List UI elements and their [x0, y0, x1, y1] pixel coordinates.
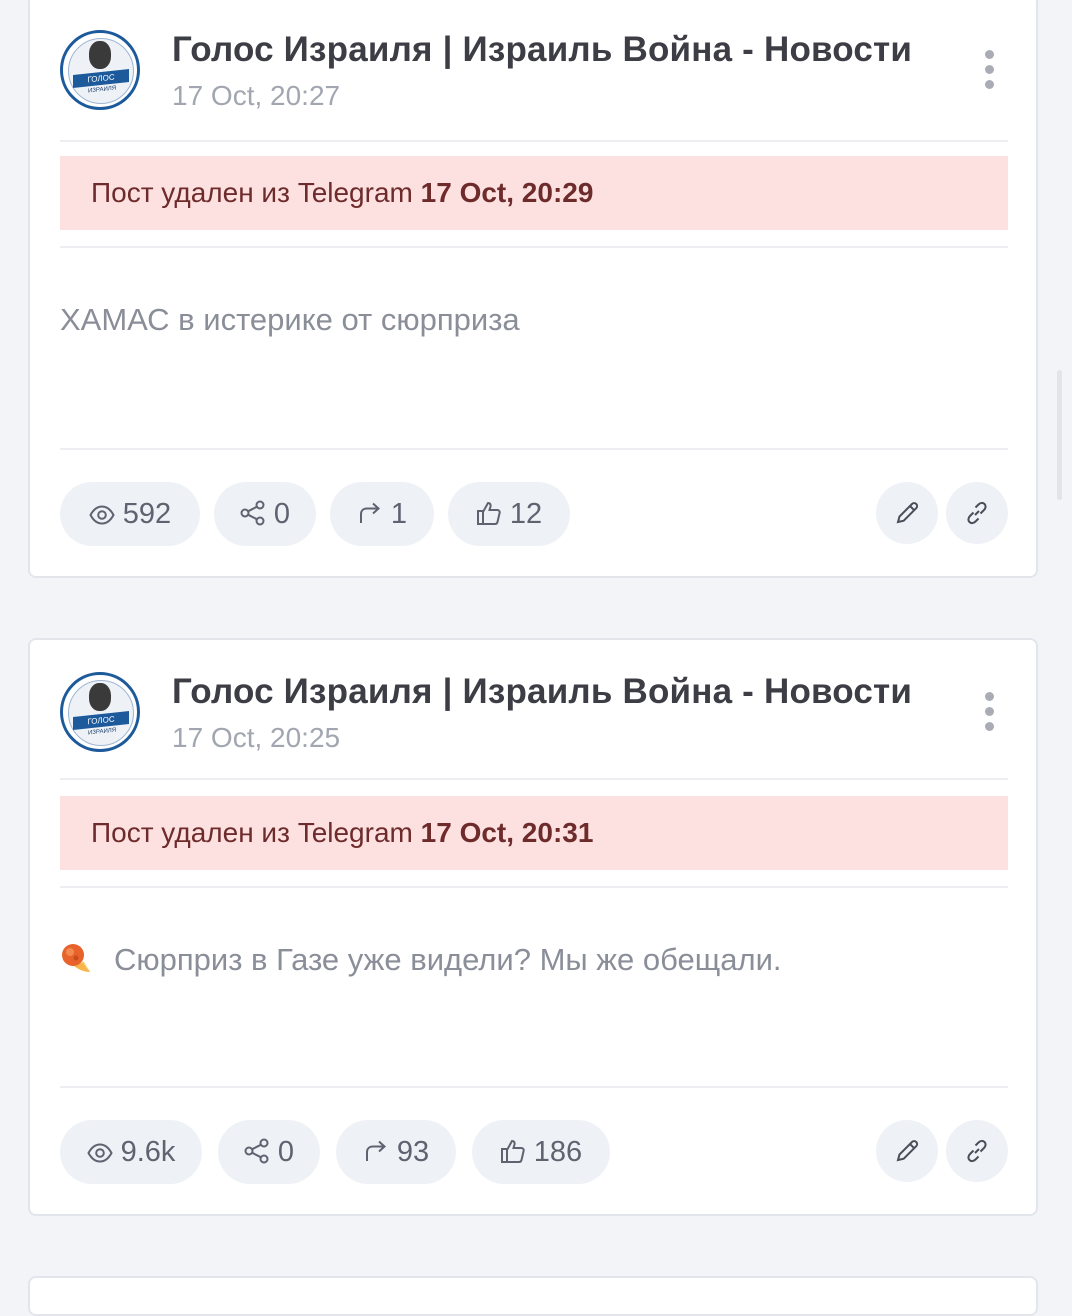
deleted-notice-text: Пост удален из Telegram [91, 177, 413, 208]
deleted-notice: Пост удален из Telegram 17 Oct, 20:31 [60, 796, 1008, 870]
post-stats: 9.6k 0 93 186 [60, 1120, 1008, 1186]
likes-counter[interactable]: 186 [472, 1120, 610, 1184]
post-card: ГОЛОС ИЗРАИЛЯ Голос Израиля | Израиль Во… [28, 638, 1038, 1216]
thumbs-up-icon [500, 1139, 525, 1163]
copy-link-button[interactable] [946, 482, 1008, 544]
views-counter[interactable]: 9.6k [60, 1120, 202, 1184]
pencil-icon [896, 1140, 919, 1162]
deleted-notice: Пост удален из Telegram 17 Oct, 20:29 [60, 156, 1008, 230]
share-icon [244, 1138, 269, 1164]
forward-arrow-icon [359, 502, 380, 523]
post-text: Сюрприз в Газе уже видели? Мы же обещали… [60, 942, 1008, 978]
divider [60, 448, 1008, 450]
divider [60, 246, 1008, 248]
share-icon [240, 500, 265, 526]
forwards-counter[interactable]: 93 [336, 1120, 456, 1184]
avatar-portrait [89, 683, 111, 711]
forwards-count: 93 [396, 1136, 430, 1168]
channel-name[interactable]: Голос Израиля | Израиль Война - Новости [172, 672, 912, 712]
shares-count: 0 [277, 1136, 295, 1168]
shares-counter[interactable]: 0 [218, 1120, 320, 1184]
page-scrollbar[interactable] [1057, 370, 1062, 500]
edit-button[interactable] [876, 1120, 938, 1182]
views-count: 9.6k [120, 1136, 176, 1168]
shares-counter[interactable]: 0 [214, 482, 316, 546]
views-counter[interactable]: 592 [60, 482, 200, 546]
post-card: ГОЛОС ИЗРАИЛЯ Голос Израиля | Израиль Во… [28, 0, 1038, 578]
link-icon [967, 1139, 987, 1163]
eye-icon [89, 505, 115, 525]
post-text-content: ХАМАС в истерике от сюрприза [60, 302, 520, 337]
deleted-notice-date: 17 Oct, 20:31 [420, 817, 594, 848]
post-date: 17 Oct, 20:27 [172, 80, 341, 111]
channel-avatar[interactable]: ГОЛОС ИЗРАИЛЯ [60, 672, 140, 752]
post-card-partial [28, 1276, 1038, 1316]
post-stats: 592 0 1 12 [60, 482, 1008, 548]
link-icon [967, 501, 987, 525]
likes-count: 186 [533, 1136, 583, 1168]
forward-arrow-icon [365, 1140, 386, 1161]
thumbs-up-icon [476, 501, 501, 525]
eye-icon [86, 1143, 113, 1163]
divider [60, 886, 1008, 888]
avatar-portrait [89, 41, 111, 69]
copy-link-button[interactable] [946, 1120, 1008, 1182]
forwards-count: 1 [390, 498, 408, 530]
likes-count: 12 [509, 498, 543, 530]
channel-name[interactable]: Голос Израиля | Израиль Война - Новости [172, 30, 912, 70]
more-options-icon[interactable] [982, 50, 996, 90]
forwards-counter[interactable]: 1 [330, 482, 434, 546]
deleted-notice-date: 17 Oct, 20:29 [420, 177, 594, 208]
deleted-notice-text: Пост удален из Telegram [91, 817, 413, 848]
views-count: 592 [122, 498, 172, 530]
post-text-content: Сюрприз в Газе уже видели? Мы же обещали… [114, 942, 782, 977]
post-header: ГОЛОС ИЗРАИЛЯ Голос Израиля | Израиль Во… [60, 672, 1010, 758]
pencil-icon [896, 502, 919, 524]
shares-count: 0 [273, 498, 291, 530]
divider [60, 778, 1008, 780]
fire-meteor-icon [62, 944, 91, 973]
divider [60, 1086, 1008, 1088]
post-header: ГОЛОС ИЗРАИЛЯ Голос Израиля | Израиль Во… [60, 30, 1010, 116]
edit-button[interactable] [876, 482, 938, 544]
likes-counter[interactable]: 12 [448, 482, 570, 546]
divider [60, 140, 1008, 142]
channel-avatar[interactable]: ГОЛОС ИЗРАИЛЯ [60, 30, 140, 110]
post-date: 17 Oct, 20:25 [172, 722, 341, 753]
more-options-icon[interactable] [982, 692, 996, 732]
post-text: ХАМАС в истерике от сюрприза [60, 302, 1008, 338]
